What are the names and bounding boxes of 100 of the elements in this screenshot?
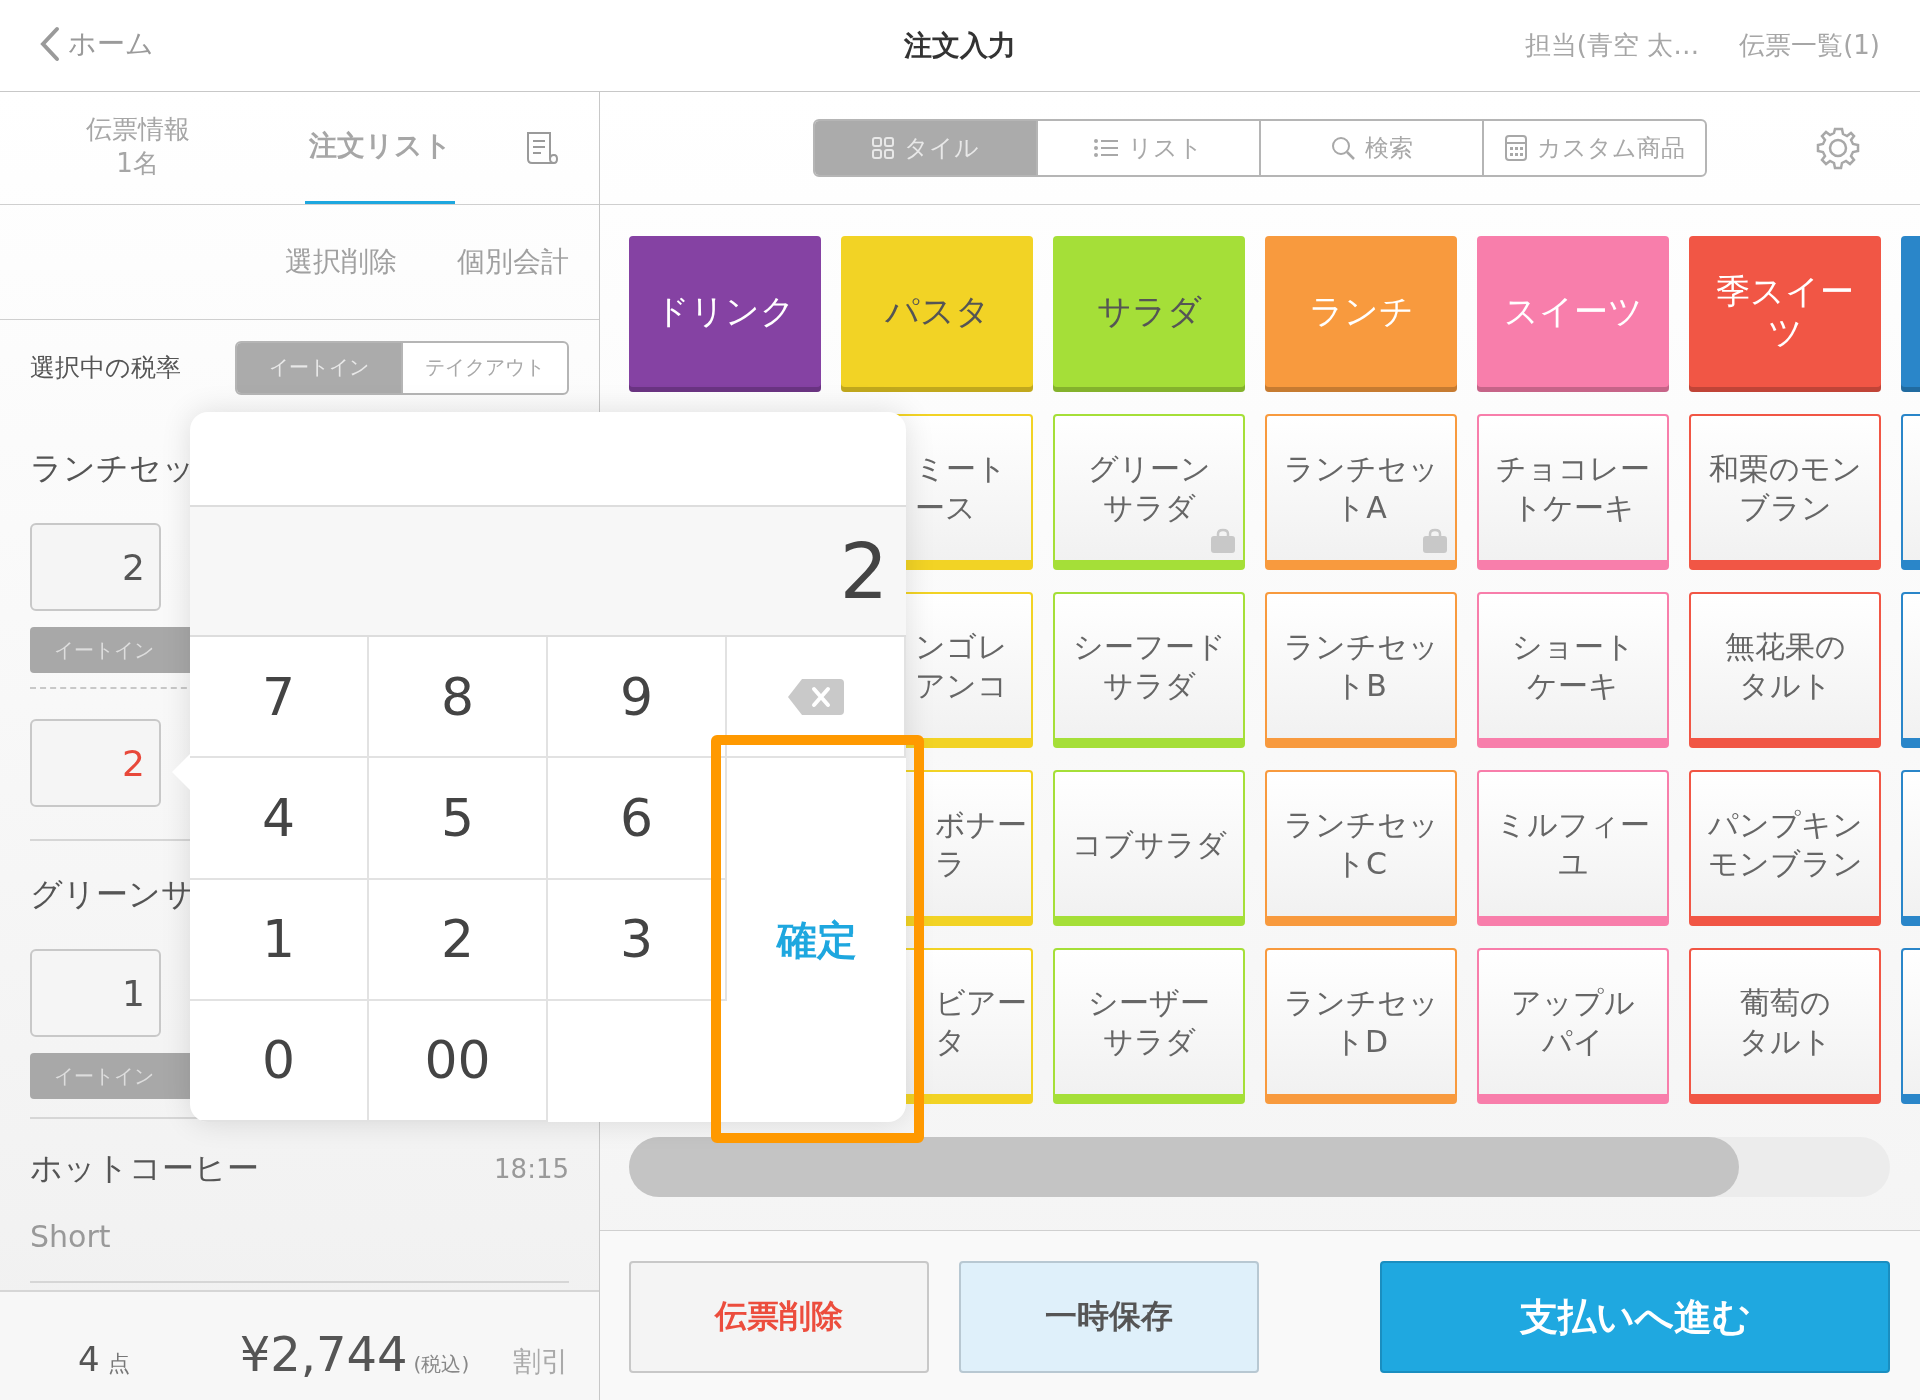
product-name-line: タルト: [1738, 1023, 1832, 1061]
product-tile[interactable]: ランチセッ トC: [1265, 770, 1457, 926]
product-name-line: ランチセッ: [1283, 450, 1439, 488]
category-tile[interactable]: ドリンク: [629, 236, 821, 392]
product-name-line: タ: [935, 1023, 966, 1061]
back-chevron-icon: [40, 26, 60, 62]
digit-key[interactable]: 2: [369, 879, 548, 1001]
product-tile[interactable]: チョコレー トケーキ: [1477, 414, 1669, 570]
action-button[interactable]: 伝票削除: [629, 1261, 929, 1373]
product-name-line: コブサラダ: [1071, 825, 1227, 864]
product-tile[interactable]: ランチセッ トA: [1265, 414, 1457, 570]
product-tile[interactable]: ミルフィー ユ: [1477, 770, 1669, 926]
search-icon: [1330, 136, 1355, 160]
product-name-line: ラ: [935, 845, 966, 883]
digit-key[interactable]: 8: [369, 637, 548, 759]
product-tile[interactable]: ランチセッ トB: [1265, 592, 1457, 748]
keypad-display: 2: [190, 507, 906, 635]
digit-key[interactable]: 7: [190, 637, 369, 759]
product-name-line: トA: [1335, 489, 1387, 527]
bag-icon: [1209, 528, 1237, 554]
product-name-line: モンブラン: [1707, 845, 1863, 883]
product-name-line: ランチセッ: [1283, 984, 1439, 1022]
product-name-line: シーザー: [1088, 984, 1210, 1022]
digit-key[interactable]: 0: [190, 1000, 369, 1122]
product-name-line: ブラン: [1738, 489, 1832, 527]
product-name-line: トD: [1333, 1023, 1389, 1061]
order-item-name: ホットコーヒー: [30, 1148, 259, 1189]
product-name-line: パイ: [1542, 1023, 1604, 1061]
product-name-line: アンコ: [915, 667, 1008, 705]
product-name-line: トケーキ: [1511, 489, 1635, 527]
quantity-field[interactable]: 2: [30, 719, 161, 807]
category-name-line: ツ: [1767, 311, 1803, 353]
product-name-line: ビアー: [935, 984, 1027, 1022]
product-name-line: ユ: [1557, 845, 1589, 883]
product-tile[interactable]: 葡萄の タルト: [1689, 948, 1881, 1104]
category-name-line: ドリンク: [655, 291, 795, 332]
digit-key[interactable]: 3: [548, 879, 727, 1001]
product-name-line: 和栗のモン: [1708, 450, 1862, 488]
category-tile[interactable]: サラダ: [1053, 236, 1245, 392]
category-tile[interactable]: パスタ: [841, 236, 1033, 392]
product-name-line: ショート: [1511, 628, 1635, 666]
backspace-icon: [785, 676, 846, 717]
product-name-line: ンゴレ: [915, 628, 1008, 666]
product-tile[interactable]: 和栗のモン ブラン: [1689, 414, 1881, 570]
digit-key[interactable]: 6: [548, 758, 727, 880]
quantity-field[interactable]: 2: [30, 523, 161, 611]
count-unit: 点: [107, 1350, 130, 1378]
product-tile[interactable]: ショート ケーキ: [1477, 592, 1669, 748]
product-name-line: ランチセッ: [1283, 628, 1439, 666]
tax-rate-label: 選択中の税率: [30, 352, 181, 384]
product-name-line: サラダ: [1102, 489, 1196, 527]
category-name-line: ランチ: [1308, 291, 1414, 332]
category-name-line: スイーツ: [1503, 291, 1643, 332]
product-tile[interactable]: アップル パイ: [1477, 948, 1669, 1104]
screen-title: 注文入力: [904, 27, 1016, 64]
order-time: 18:15: [494, 1154, 569, 1184]
receipt-icon[interactable]: [525, 131, 559, 165]
product-name-line: ケーキ: [1527, 667, 1619, 705]
product-name-line: アップル: [1511, 984, 1635, 1022]
product-name-line: ランチセッ: [1283, 806, 1439, 844]
tax-note: (税込): [413, 1351, 470, 1378]
quantity-field[interactable]: 1: [30, 949, 161, 1037]
item-count: 4: [78, 1339, 100, 1379]
product-tile[interactable]: ランチセッ トD: [1265, 948, 1457, 1104]
grid-icon: [872, 137, 894, 159]
product-tile[interactable]: シーフード サラダ: [1053, 592, 1245, 748]
product-tile[interactable]: 無花果の タルト: [1689, 592, 1881, 748]
backspace-key[interactable]: [727, 637, 906, 759]
product-name-line: サラダ: [1102, 667, 1196, 705]
product-name-line: サラダ: [1102, 1023, 1196, 1061]
product-tile[interactable]: グリーン サラダ: [1053, 414, 1245, 570]
product-name-line: パンプキン: [1707, 806, 1863, 844]
product-tile[interactable]: シーザー サラダ: [1053, 948, 1245, 1104]
total-amount: ¥2,744: [239, 1326, 408, 1382]
category-tile[interactable]: 季スイー ツ: [1689, 236, 1881, 392]
bag-icon: [1421, 528, 1449, 554]
product-name-line: トB: [1335, 667, 1387, 705]
digit-key[interactable]: 1: [190, 879, 369, 1001]
product-name-line: トC: [1335, 845, 1387, 883]
product-name-line: 無花果の: [1724, 628, 1846, 666]
action-button[interactable]: 一時保存: [959, 1261, 1259, 1373]
digit-key[interactable]: 4: [190, 758, 369, 880]
order-option: Short: [30, 1219, 569, 1263]
calculator-icon: [1504, 135, 1527, 161]
product-name-line: 葡萄の: [1739, 984, 1831, 1022]
product-tile[interactable]: パンプキン モンブラン: [1689, 770, 1881, 926]
product-name-line: チョコレー: [1496, 450, 1650, 488]
product-name-line: シーフード: [1072, 628, 1226, 666]
digit-key[interactable]: 9: [548, 637, 727, 759]
product-name-line: タルト: [1738, 667, 1832, 705]
product-name-line: ース: [915, 489, 976, 527]
back-link[interactable]: ホーム: [40, 25, 154, 63]
product-name-line: ボナー: [935, 806, 1027, 844]
product-name-line: ミート: [915, 450, 1007, 488]
product-tile[interactable]: コブサラダ: [1053, 770, 1245, 926]
digit-key[interactable]: 00: [369, 1000, 548, 1122]
category-name-line: パスタ: [884, 291, 990, 332]
settings-icon[interactable]: [1816, 126, 1860, 170]
product-name-line: グリーン: [1087, 450, 1211, 488]
digit-key[interactable]: 5: [369, 758, 548, 880]
